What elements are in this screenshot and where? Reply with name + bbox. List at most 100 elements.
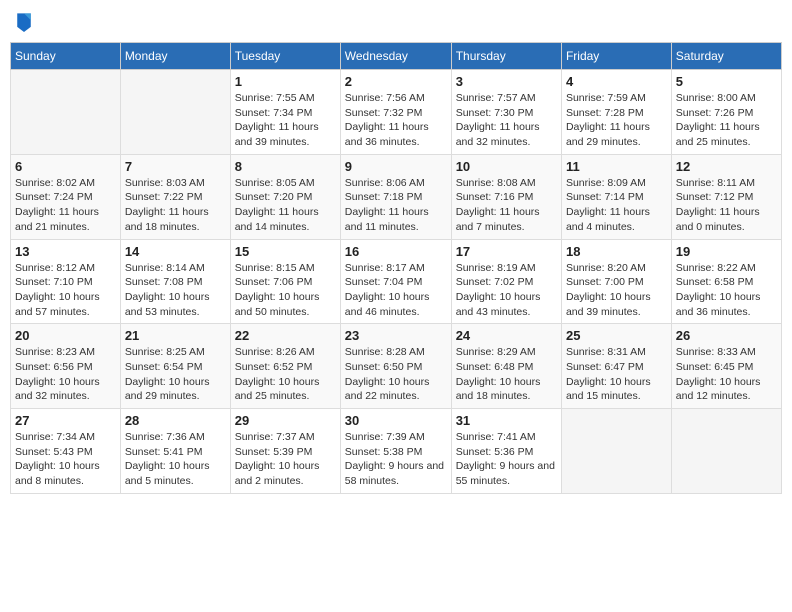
day-number: 17 <box>456 244 557 259</box>
page-header <box>10 10 782 32</box>
day-info: Sunrise: 8:11 AM Sunset: 7:12 PM Dayligh… <box>676 176 777 235</box>
calendar-week-row: 6 Sunrise: 8:02 AM Sunset: 7:24 PM Daylig… <box>11 154 782 239</box>
calendar-cell: 2 Sunrise: 7:56 AM Sunset: 7:32 PM Daylig… <box>340 70 451 155</box>
calendar-cell: 28 Sunrise: 7:36 AM Sunset: 5:41 PM Dayli… <box>120 409 230 494</box>
weekday-header: Thursday <box>451 43 561 70</box>
day-number: 3 <box>456 74 557 89</box>
calendar-cell: 20 Sunrise: 8:23 AM Sunset: 6:56 PM Dayli… <box>11 324 121 409</box>
calendar-cell <box>11 70 121 155</box>
day-info: Sunrise: 8:14 AM Sunset: 7:08 PM Dayligh… <box>125 261 226 320</box>
calendar-cell: 19Sunrise: 8:22 AM Sunset: 6:58 PM Dayli… <box>671 239 781 324</box>
calendar-cell: 4 Sunrise: 7:59 AM Sunset: 7:28 PM Daylig… <box>561 70 671 155</box>
day-info: Sunrise: 8:19 AM Sunset: 7:02 PM Dayligh… <box>456 261 557 320</box>
calendar-cell: 14 Sunrise: 8:14 AM Sunset: 7:08 PM Dayli… <box>120 239 230 324</box>
day-info: Sunrise: 7:36 AM Sunset: 5:41 PM Dayligh… <box>125 430 226 489</box>
weekday-header: Sunday <box>11 43 121 70</box>
day-info: Sunrise: 8:28 AM Sunset: 6:50 PM Dayligh… <box>345 345 447 404</box>
day-info: Sunrise: 8:33 AM Sunset: 6:45 PM Dayligh… <box>676 345 777 404</box>
calendar-cell: 26 Sunrise: 8:33 AM Sunset: 6:45 PM Dayli… <box>671 324 781 409</box>
calendar-cell: 11Sunrise: 8:09 AM Sunset: 7:14 PM Dayli… <box>561 154 671 239</box>
day-number: 14 <box>125 244 226 259</box>
day-number: 18 <box>566 244 667 259</box>
weekday-header: Tuesday <box>230 43 340 70</box>
day-number: 29 <box>235 413 336 428</box>
day-info: Sunrise: 8:23 AM Sunset: 6:56 PM Dayligh… <box>15 345 116 404</box>
day-info: Sunrise: 7:41 AM Sunset: 5:36 PM Dayligh… <box>456 430 557 489</box>
day-number: 28 <box>125 413 226 428</box>
calendar-cell: 13 Sunrise: 8:12 AM Sunset: 7:10 PM Dayli… <box>11 239 121 324</box>
day-info: Sunrise: 8:25 AM Sunset: 6:54 PM Dayligh… <box>125 345 226 404</box>
calendar-cell: 9Sunrise: 8:06 AM Sunset: 7:18 PM Daylig… <box>340 154 451 239</box>
weekday-header: Friday <box>561 43 671 70</box>
day-number: 20 <box>15 328 116 343</box>
day-info: Sunrise: 7:37 AM Sunset: 5:39 PM Dayligh… <box>235 430 336 489</box>
calendar-cell: 29 Sunrise: 7:37 AM Sunset: 5:39 PM Dayli… <box>230 409 340 494</box>
day-number: 25 <box>566 328 667 343</box>
day-info: Sunrise: 7:56 AM Sunset: 7:32 PM Dayligh… <box>345 91 447 150</box>
calendar-cell: 5 Sunrise: 8:00 AM Sunset: 7:26 PM Daylig… <box>671 70 781 155</box>
day-info: Sunrise: 8:22 AM Sunset: 6:58 PM Dayligh… <box>676 261 777 320</box>
weekday-header: Monday <box>120 43 230 70</box>
day-number: 21 <box>125 328 226 343</box>
calendar-cell: 16 Sunrise: 8:17 AM Sunset: 7:04 PM Dayli… <box>340 239 451 324</box>
day-number: 1 <box>235 74 336 89</box>
day-info: Sunrise: 8:20 AM Sunset: 7:00 PM Dayligh… <box>566 261 667 320</box>
logo-icon <box>15 10 33 32</box>
weekday-header: Wednesday <box>340 43 451 70</box>
day-info: Sunrise: 8:02 AM Sunset: 7:24 PM Dayligh… <box>15 176 116 235</box>
calendar-cell: 17 Sunrise: 8:19 AM Sunset: 7:02 PM Dayli… <box>451 239 561 324</box>
day-info: Sunrise: 8:08 AM Sunset: 7:16 PM Dayligh… <box>456 176 557 235</box>
day-number: 31 <box>456 413 557 428</box>
calendar-cell <box>671 409 781 494</box>
day-info: Sunrise: 7:55 AM Sunset: 7:34 PM Dayligh… <box>235 91 336 150</box>
calendar-week-row: 1 Sunrise: 7:55 AM Sunset: 7:34 PM Daylig… <box>11 70 782 155</box>
day-info: Sunrise: 8:26 AM Sunset: 6:52 PM Dayligh… <box>235 345 336 404</box>
calendar-cell: 1 Sunrise: 7:55 AM Sunset: 7:34 PM Daylig… <box>230 70 340 155</box>
calendar-cell: 31 Sunrise: 7:41 AM Sunset: 5:36 PM Dayli… <box>451 409 561 494</box>
day-info: Sunrise: 8:00 AM Sunset: 7:26 PM Dayligh… <box>676 91 777 150</box>
calendar-cell: 27 Sunrise: 7:34 AM Sunset: 5:43 PM Dayli… <box>11 409 121 494</box>
day-info: Sunrise: 7:34 AM Sunset: 5:43 PM Dayligh… <box>15 430 116 489</box>
calendar-cell: 10 Sunrise: 8:08 AM Sunset: 7:16 PM Dayli… <box>451 154 561 239</box>
day-info: Sunrise: 8:17 AM Sunset: 7:04 PM Dayligh… <box>345 261 447 320</box>
day-number: 7 <box>125 159 226 174</box>
day-number: 26 <box>676 328 777 343</box>
calendar-table: SundayMondayTuesdayWednesdayThursdayFrid… <box>10 42 782 494</box>
day-number: 23 <box>345 328 447 343</box>
day-info: Sunrise: 7:57 AM Sunset: 7:30 PM Dayligh… <box>456 91 557 150</box>
day-number: 9 <box>345 159 447 174</box>
day-number: 13 <box>15 244 116 259</box>
day-number: 16 <box>345 244 447 259</box>
day-number: 22 <box>235 328 336 343</box>
day-number: 30 <box>345 413 447 428</box>
day-number: 15 <box>235 244 336 259</box>
day-info: Sunrise: 7:39 AM Sunset: 5:38 PM Dayligh… <box>345 430 447 489</box>
calendar-cell: 18 Sunrise: 8:20 AM Sunset: 7:00 PM Dayli… <box>561 239 671 324</box>
calendar-cell: 24Sunrise: 8:29 AM Sunset: 6:48 PM Dayli… <box>451 324 561 409</box>
day-number: 10 <box>456 159 557 174</box>
calendar-cell: 12 Sunrise: 8:11 AM Sunset: 7:12 PM Dayli… <box>671 154 781 239</box>
day-info: Sunrise: 8:31 AM Sunset: 6:47 PM Dayligh… <box>566 345 667 404</box>
day-number: 8 <box>235 159 336 174</box>
calendar-cell: 23 Sunrise: 8:28 AM Sunset: 6:50 PM Dayli… <box>340 324 451 409</box>
day-info: Sunrise: 7:59 AM Sunset: 7:28 PM Dayligh… <box>566 91 667 150</box>
day-number: 24 <box>456 328 557 343</box>
day-info: Sunrise: 8:03 AM Sunset: 7:22 PM Dayligh… <box>125 176 226 235</box>
weekday-header: Saturday <box>671 43 781 70</box>
calendar-cell: 22 Sunrise: 8:26 AM Sunset: 6:52 PM Dayli… <box>230 324 340 409</box>
day-info: Sunrise: 8:15 AM Sunset: 7:06 PM Dayligh… <box>235 261 336 320</box>
day-info: Sunrise: 8:12 AM Sunset: 7:10 PM Dayligh… <box>15 261 116 320</box>
calendar-cell: 15 Sunrise: 8:15 AM Sunset: 7:06 PM Dayli… <box>230 239 340 324</box>
day-number: 27 <box>15 413 116 428</box>
logo <box>15 10 37 32</box>
calendar-week-row: 13 Sunrise: 8:12 AM Sunset: 7:10 PM Dayli… <box>11 239 782 324</box>
day-number: 12 <box>676 159 777 174</box>
day-number: 2 <box>345 74 447 89</box>
day-number: 5 <box>676 74 777 89</box>
day-info: Sunrise: 8:05 AM Sunset: 7:20 PM Dayligh… <box>235 176 336 235</box>
day-number: 6 <box>15 159 116 174</box>
day-number: 4 <box>566 74 667 89</box>
day-number: 11 <box>566 159 667 174</box>
calendar-cell: 8 Sunrise: 8:05 AM Sunset: 7:20 PM Daylig… <box>230 154 340 239</box>
calendar-cell: 3 Sunrise: 7:57 AM Sunset: 7:30 PM Daylig… <box>451 70 561 155</box>
